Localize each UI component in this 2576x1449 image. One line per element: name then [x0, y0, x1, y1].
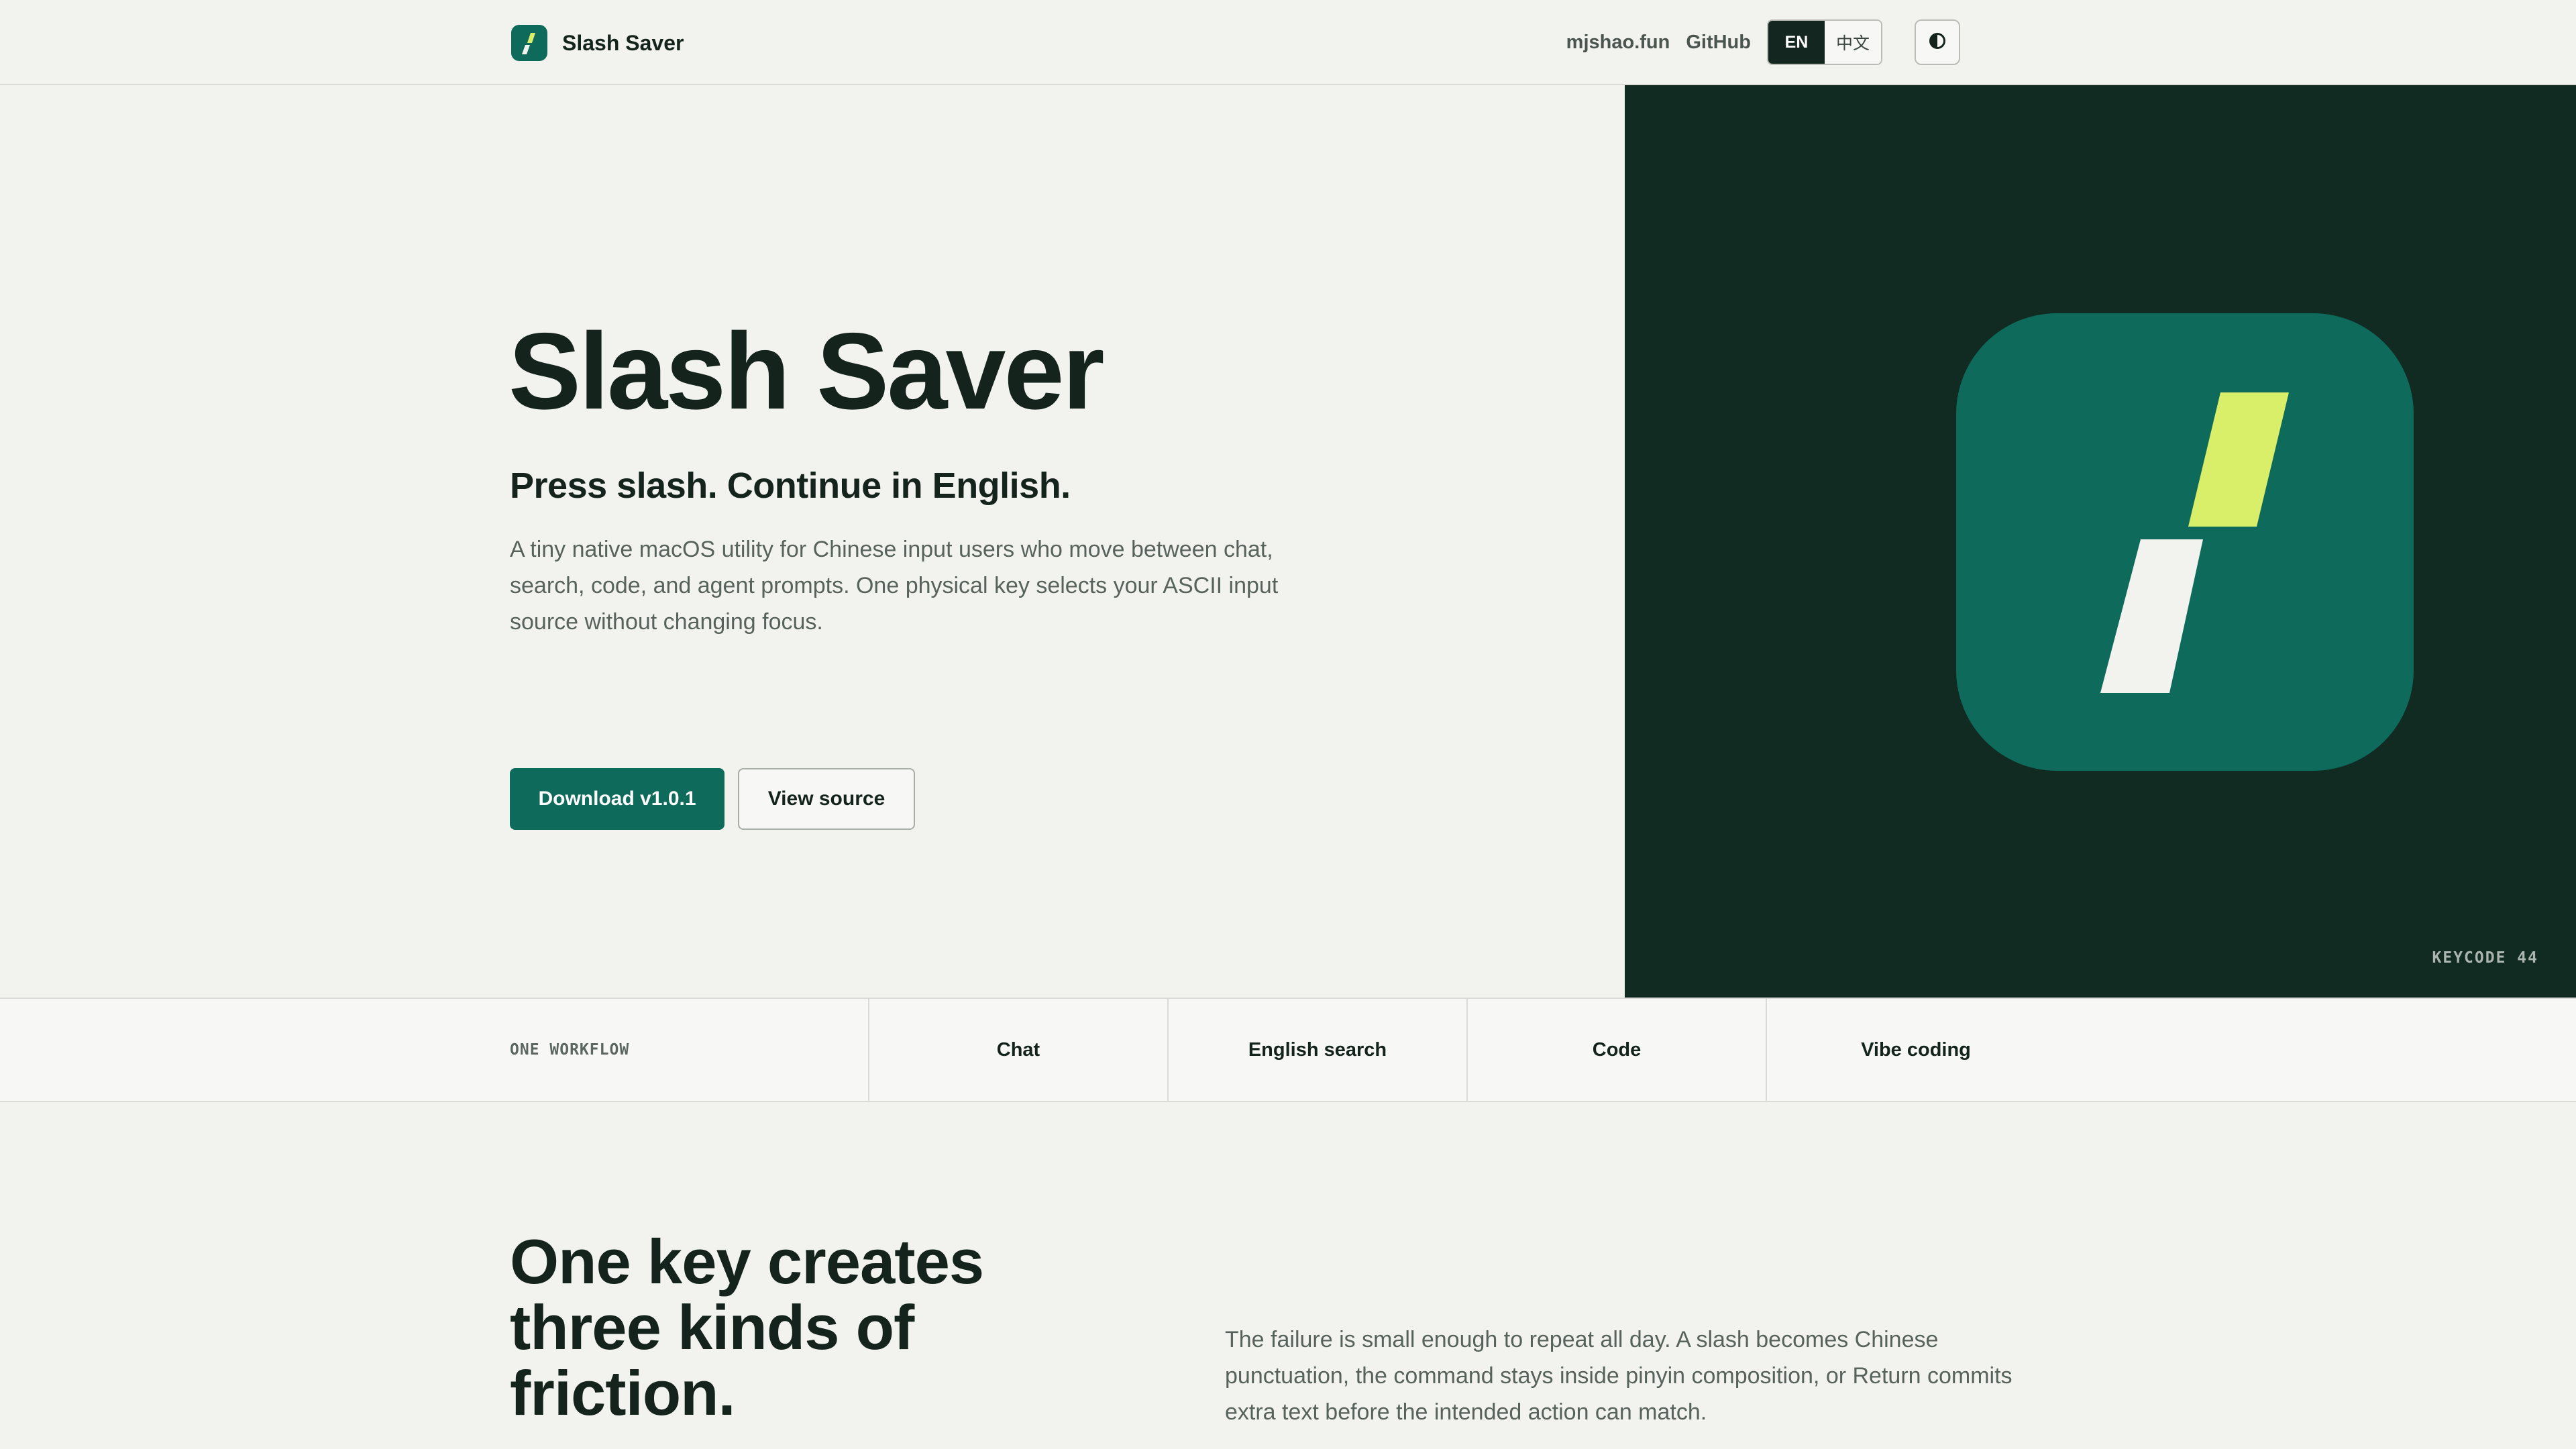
brand-name: Slash Saver: [562, 30, 684, 55]
friction-description: The failure is small enough to repeat al…: [1225, 1327, 2012, 1425]
workflow-item-english-search: English search: [1167, 999, 1466, 1101]
download-button[interactable]: Download v1.0.1: [510, 768, 724, 830]
hero-description: A tiny native macOS utility for Chinese …: [510, 537, 1279, 635]
workflow-item-code: Code: [1466, 999, 1766, 1101]
lang-option-en[interactable]: EN: [1768, 21, 1825, 64]
workflow-strip: ONE WORKFLOW Chat English search Code Vi…: [0, 998, 2576, 1102]
slash-logo-icon: [511, 25, 547, 61]
header-nav: mjshao.fun GitHub EN 中文: [1566, 19, 1960, 66]
hero-visual-panel: KEYCODE 44: [1625, 85, 2576, 998]
keycode-label: KEYCODE 44: [2432, 949, 2538, 967]
hero-title: Slash Saver: [508, 311, 1105, 432]
workflow-label: ONE WORKFLOW: [510, 1041, 630, 1059]
nav-link-mjshao[interactable]: mjshao.fun: [1566, 32, 1670, 54]
hero-section: Slash Saver Press slash. Continue in Eng…: [0, 85, 1625, 998]
workflow-item-chat: Chat: [868, 999, 1167, 1101]
workflow-item-vibe-coding: Vibe coding: [1766, 999, 2065, 1101]
top-navigation-bar: Slash Saver mjshao.fun GitHub EN 中文: [0, 0, 2576, 85]
theme-toggle-button[interactable]: [1915, 19, 1960, 65]
view-source-button[interactable]: View source: [738, 768, 915, 830]
lang-option-zh[interactable]: 中文: [1825, 21, 1881, 64]
slash-logo-icon: [1956, 313, 2414, 771]
hero-subtitle: Press slash. Continue in English.: [510, 466, 1071, 506]
contrast-icon: [1929, 32, 1946, 53]
brand[interactable]: Slash Saver: [511, 24, 684, 62]
friction-title: One key creates three kinds of friction.: [510, 1226, 984, 1428]
nav-link-github[interactable]: GitHub: [1686, 32, 1751, 54]
language-switcher: EN 中文: [1767, 19, 1882, 65]
